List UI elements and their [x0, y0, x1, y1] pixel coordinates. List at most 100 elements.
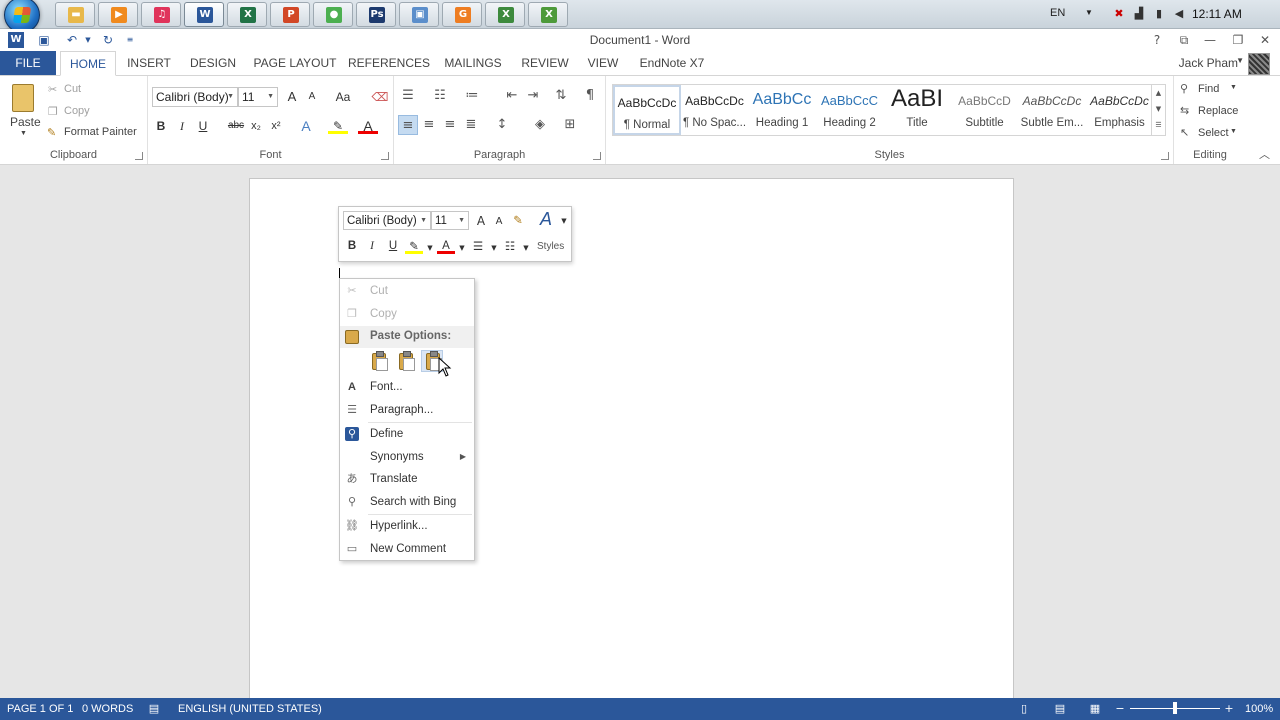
grow-font-button[interactable]: A [282, 87, 302, 107]
chevron-down-icon[interactable]: ▼ [1152, 101, 1165, 117]
tab-mailings[interactable]: MAILINGS [438, 51, 508, 75]
paste-icon[interactable] [12, 84, 34, 112]
bullets-icon[interactable]: ☰ [398, 86, 418, 106]
dialog-launcher-icon[interactable] [135, 152, 143, 160]
chevron-up-icon[interactable]: ▲ [1152, 85, 1165, 101]
underline-button[interactable]: U [193, 116, 213, 136]
menu-item-font[interactable]: A Font... [340, 376, 474, 398]
menu-item-paragraph[interactable]: ☰ Paragraph... [340, 399, 474, 421]
superscript-button[interactable]: x² [266, 116, 286, 136]
taskbar-app-remote-desktop[interactable]: ▣ [399, 2, 439, 27]
read-mode-icon[interactable]: ▯ [1016, 702, 1032, 716]
menu-item-new-comment[interactable]: ▭ New Comment [340, 538, 474, 560]
align-right-icon[interactable]: ≡ [440, 115, 460, 135]
dialog-launcher-icon[interactable] [593, 152, 601, 160]
tab-review[interactable]: REVIEW [516, 51, 574, 75]
change-case-button[interactable]: Aa [330, 87, 356, 107]
justify-icon[interactable]: ≣ [461, 115, 481, 135]
format-painter-button[interactable]: Format Painter [64, 126, 137, 138]
page-count[interactable]: PAGE 1 OF 1 [7, 703, 73, 715]
shading-icon[interactable]: ◈ [530, 115, 550, 135]
grow-font-icon[interactable]: A [472, 212, 490, 230]
menu-item-search-bing[interactable]: ⚲ Search with Bing [340, 491, 474, 513]
chevron-down-icon[interactable]: ▼ [1230, 84, 1237, 91]
collapse-ribbon-icon[interactable]: ︿ [1259, 146, 1270, 162]
minimize-icon[interactable]: — [1201, 31, 1219, 49]
style-emphasis[interactable]: AaBbCcDc Emphasis [1086, 85, 1154, 135]
line-spacing-icon[interactable]: ↕ [492, 115, 512, 135]
restore-icon[interactable]: ❐ [1229, 31, 1247, 49]
highlight-icon[interactable]: ✎ [328, 116, 348, 134]
web-layout-icon[interactable]: ▦ [1087, 702, 1103, 716]
clock[interactable]: 12:11 AM [1192, 7, 1242, 21]
format-painter-icon[interactable]: ✎ [509, 211, 527, 229]
paste-keep-source-formatting-button[interactable] [367, 350, 389, 372]
numbering-icon[interactable]: ☷ [430, 86, 450, 106]
font-size-combo[interactable]: 11 ▼ [238, 87, 278, 107]
styles-icon[interactable]: A [537, 210, 555, 228]
chevron-down-icon[interactable]: ▼ [1085, 8, 1093, 17]
zoom-slider-thumb[interactable] [1173, 702, 1177, 714]
bold-button[interactable]: B [151, 116, 171, 136]
mini-font-size-combo[interactable]: 11 ▼ [431, 211, 469, 230]
select-button[interactable]: Select [1198, 127, 1229, 139]
paste-button[interactable]: Paste [10, 115, 41, 129]
chevron-down-icon[interactable]: ▼ [555, 212, 573, 230]
paste-merge-formatting-button[interactable] [394, 350, 416, 372]
taskbar-app-chrome[interactable]: ● [313, 2, 353, 27]
language-indicator[interactable]: EN [1050, 7, 1065, 19]
proofing-icon[interactable]: ▤ [146, 702, 162, 716]
dialog-launcher-icon[interactable] [381, 152, 389, 160]
mini-font-name-combo[interactable]: Calibri (Body) ▼ [343, 211, 431, 230]
taskbar-app-powerpoint[interactable]: P [270, 2, 310, 27]
text-effects-icon[interactable]: A [296, 116, 316, 136]
shrink-font-button[interactable]: A [302, 87, 322, 107]
taskbar-app-excel-3[interactable]: X [528, 2, 568, 27]
styles-label[interactable]: Styles [537, 241, 564, 252]
font-color-icon[interactable]: A [358, 116, 378, 134]
menu-item-translate[interactable]: あ Translate [340, 468, 474, 490]
style-subtitle[interactable]: AaBbCcD Subtitle [951, 85, 1019, 135]
mini-bold-button[interactable]: B [343, 237, 361, 255]
gallery-scrollbar[interactable]: ▲ ▼ ☰ [1151, 85, 1165, 135]
clear-formatting-icon[interactable]: ⌫ [370, 87, 390, 107]
menu-item-synonyms[interactable]: Synonyms ▶ [340, 446, 474, 468]
tab-page-layout[interactable]: PAGE LAYOUT [250, 51, 340, 75]
mini-underline-button[interactable]: U [384, 237, 402, 255]
signal-icon[interactable]: ▟ [1132, 7, 1146, 20]
mini-italic-button[interactable]: I [363, 237, 381, 255]
taskbar-app-photoshop[interactable]: Ps [356, 2, 396, 27]
avatar[interactable] [1248, 53, 1270, 75]
taskbar-app-explorer[interactable]: ▬ [55, 2, 95, 27]
tab-design[interactable]: DESIGN [184, 51, 242, 75]
sort-icon[interactable]: ⇅ [551, 86, 571, 106]
style-normal[interactable]: AaBbCcDc ¶ Normal [613, 85, 681, 135]
subscript-button[interactable]: x₂ [246, 116, 266, 136]
zoom-out-icon[interactable]: − [1112, 702, 1128, 716]
network-error-icon[interactable]: ✖ [1112, 7, 1126, 20]
decrease-indent-icon[interactable]: ⇤ [502, 86, 522, 106]
borders-icon[interactable]: ⊞ [560, 115, 580, 135]
chevron-down-icon[interactable]: ▼ [20, 130, 27, 137]
menu-item-copy[interactable]: ❐ Copy [340, 303, 474, 325]
zoom-in-icon[interactable]: + [1221, 702, 1237, 716]
battery-icon[interactable]: ▮ [1152, 7, 1166, 20]
taskbar-app-itunes[interactable]: ♫ [141, 2, 181, 27]
print-layout-icon[interactable]: ▤ [1052, 702, 1068, 716]
chevron-down-icon[interactable]: ▼ [517, 239, 535, 257]
tab-endnote-x7[interactable]: EndNote X7 [632, 51, 712, 75]
copy-button[interactable]: Copy [64, 105, 90, 117]
gallery-more-icon[interactable]: ☰ [1152, 117, 1165, 133]
chevron-down-icon[interactable]: ▼ [1230, 128, 1237, 135]
taskbar-app-word[interactable]: W [184, 2, 224, 27]
tab-view[interactable]: VIEW [582, 51, 624, 75]
close-icon[interactable]: ✕ [1256, 31, 1274, 49]
tab-references[interactable]: REFERENCES [348, 51, 430, 75]
strikethrough-button[interactable]: abc [224, 116, 248, 136]
style-subtle-em[interactable]: AaBbCcDc Subtle Em... [1018, 85, 1086, 135]
font-name-combo[interactable]: Calibri (Body) ▼ [152, 87, 238, 107]
menu-item-cut[interactable]: ✂ Cut [340, 280, 474, 302]
tab-file[interactable]: FILE [0, 51, 56, 75]
increase-indent-icon[interactable]: ⇥ [523, 86, 543, 106]
replace-button[interactable]: Replace [1198, 105, 1238, 117]
